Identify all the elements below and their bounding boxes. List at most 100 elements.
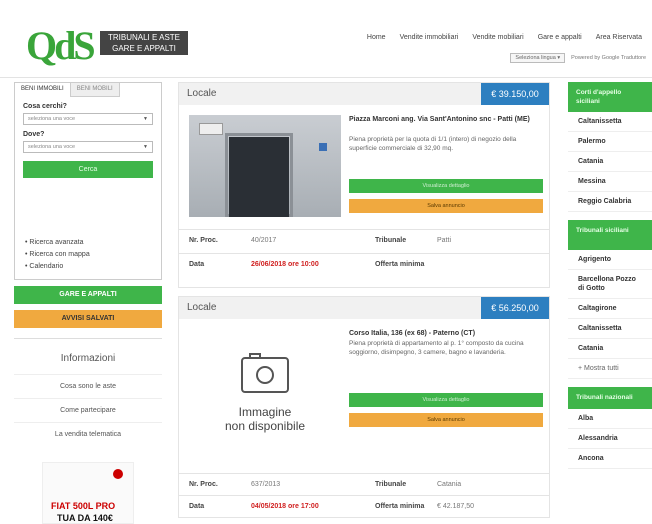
left-sidebar: BENI IMMOBILI BENI MOBILI Cosa cerchi? s…	[14, 82, 162, 524]
offer-value: € 42.187,50	[437, 503, 474, 510]
listing-header: Locale € 39.150,00	[179, 83, 549, 105]
listing-row-date: Data 04/05/2018 ore 17:00 Offerta minima…	[179, 495, 549, 517]
main-nav: Home Vendite immobiliari Vendite mobilia…	[367, 34, 642, 41]
proc-value: 637/2013	[251, 481, 281, 488]
site-logo[interactable]: QdS TRIBUNALI E ASTE GARE E APPALTI	[22, 24, 192, 72]
corti-appello-box: Corti d'appello siciliani Caltanissetta …	[568, 82, 652, 212]
where-select[interactable]: seleziona una voce ▼	[23, 141, 153, 153]
right-list-item[interactable]: Caltanissetta	[568, 319, 652, 339]
link-ricerca-mappa-label: Ricerca con mappa	[29, 251, 90, 258]
where-select-value: seleziona una voce	[28, 144, 76, 150]
right-list-item[interactable]: Reggio Calabria	[568, 192, 652, 212]
logo-tagline-line1: TRIBUNALI E ASTE	[107, 33, 181, 42]
search-tabs: BENI IMMOBILI BENI MOBILI	[15, 83, 161, 97]
link-ricerca-avanzata[interactable]: • Ricerca avanzata	[25, 237, 90, 249]
tab-beni-immobili[interactable]: BENI IMMOBILI	[15, 83, 71, 97]
fiat-logo-icon	[113, 469, 123, 479]
listing-title[interactable]: Locale	[187, 88, 216, 99]
info-link-partecipare[interactable]: Come partecipare	[14, 398, 162, 422]
info-link-aste[interactable]: Cosa sono le aste	[14, 374, 162, 398]
what-select-value: seleziona una voce	[28, 116, 76, 122]
proc-label: Nr. Proc.	[189, 237, 218, 244]
chevron-down-icon: ▼	[143, 116, 148, 122]
photo-door	[229, 137, 289, 217]
right-list-item[interactable]: Catania	[568, 152, 652, 172]
logo-text: QdS	[26, 23, 96, 68]
what-select[interactable]: seleziona una voce ▼	[23, 113, 153, 125]
offer-label: Offerta minima	[375, 503, 425, 510]
court-value: Patti	[437, 237, 452, 244]
link-ricerca-mappa[interactable]: • Ricerca con mappa	[25, 249, 90, 261]
nav-vendite-immobiliari[interactable]: Vendite immobiliari	[400, 34, 459, 41]
language-select[interactable]: Seleziona lingua ▾	[510, 53, 566, 63]
view-detail-button[interactable]: Visualizza dettaglio	[349, 179, 543, 193]
logo-tagline-line2: GARE E APPALTI	[112, 44, 176, 53]
right-sidebar: Corti d'appello siciliani Caltanissetta …	[568, 82, 652, 477]
listing-address: Piazza Marconi ang. Via Sant'Antonino sn…	[349, 116, 530, 123]
date-value: 04/05/2018 ore 17:00	[251, 503, 319, 510]
no-image-text: Immagine non disponibile	[189, 405, 341, 433]
camera-icon	[241, 353, 289, 393]
powered-by-text: Powered by Google Traduttore	[571, 55, 646, 61]
date-label: Data	[189, 261, 205, 268]
logo-tagline: TRIBUNALI E ASTE GARE E APPALTI	[100, 31, 188, 55]
corti-appello-title: Corti d'appello siciliani	[568, 82, 652, 112]
proc-label: Nr. Proc.	[189, 481, 218, 488]
listing-header: Locale € 56.250,00	[179, 297, 549, 319]
listing-address: Corso Italia, 136 (ex 68) - Paterno (CT)	[349, 330, 476, 337]
tribunali-siciliani-title: Tribunali siciliani	[568, 220, 652, 250]
avvisi-salvati-button[interactable]: AVVISI SALVATI	[14, 310, 162, 328]
right-list-item[interactable]: Alba	[568, 409, 652, 429]
link-ricerca-avanzata-label: Ricerca avanzata	[29, 239, 84, 246]
advertisement[interactable]: FIAT 500L PRO TUA DA 140€	[42, 462, 134, 524]
right-list-item[interactable]: Caltagirone	[568, 299, 652, 319]
chevron-down-icon: ▼	[143, 144, 148, 150]
listing-title[interactable]: Locale	[187, 302, 216, 313]
court-label: Tribunale	[375, 237, 407, 244]
right-list-item[interactable]: Ancona	[568, 449, 652, 469]
listing-row-proc: Nr. Proc. 637/2013 Tribunale Catania	[179, 473, 549, 495]
header-divider	[0, 77, 652, 78]
tab-beni-mobili[interactable]: BENI MOBILI	[70, 83, 120, 97]
info-box: Informazioni Cosa sono le aste Come part…	[14, 338, 162, 446]
tribunali-nazionali-title: Tribunali nazionali	[568, 387, 652, 409]
camera-top	[249, 353, 261, 358]
show-all-link[interactable]: + Mostra tutti	[568, 359, 652, 379]
photo-sign	[319, 143, 327, 151]
listing-description: Piena proprietà per la quota di 1/1 (int…	[349, 136, 517, 152]
view-detail-button[interactable]: Visualizza dettaglio	[349, 393, 543, 407]
ad-title: FIAT 500L PRO	[51, 501, 116, 511]
save-listing-button[interactable]: Salva annuncio	[349, 199, 543, 213]
right-list-item[interactable]: Caltanissetta	[568, 112, 652, 132]
listing-row-proc: Nr. Proc. 40/2017 Tribunale Patti	[179, 229, 549, 251]
nav-vendite-mobiliari[interactable]: Vendite mobiliari	[472, 34, 523, 41]
listing-no-image[interactable]: Immagine non disponibile	[189, 329, 341, 479]
link-calendario[interactable]: • Calendario	[25, 261, 90, 273]
nav-home[interactable]: Home	[367, 34, 386, 41]
translate-bar: Seleziona lingua ▾ Powered by Google Tra…	[510, 53, 646, 63]
listing-photo[interactable]	[189, 115, 341, 217]
right-list-item[interactable]: Messina	[568, 172, 652, 192]
save-listing-button[interactable]: Salva annuncio	[349, 413, 543, 427]
gare-appalti-button[interactable]: GARE E APPALTI	[14, 286, 162, 304]
right-list-item[interactable]: Catania	[568, 339, 652, 359]
right-list-item[interactable]: Barcellona Pozzo di Gotto	[568, 270, 652, 299]
right-list-item[interactable]: Agrigento	[568, 250, 652, 270]
offer-label: Offerta minima	[375, 261, 425, 268]
right-list-item[interactable]: Palermo	[568, 132, 652, 152]
nav-area-riservata[interactable]: Area Riservata	[596, 34, 642, 41]
info-link-telematica[interactable]: La vendita telematica	[14, 422, 162, 446]
language-select-label: Seleziona lingua	[515, 55, 556, 61]
tribunali-nazionali-box: Tribunali nazionali Alba Alessandria Anc…	[568, 387, 652, 469]
no-image-line1: Immagine	[238, 405, 292, 419]
search-button[interactable]: Cerca	[23, 161, 153, 178]
search-links: • Ricerca avanzata • Ricerca con mappa •…	[25, 237, 90, 273]
link-calendario-label: Calendario	[29, 263, 64, 270]
court-value: Catania	[437, 481, 462, 488]
what-label: Cosa cerchi?	[23, 103, 67, 110]
listings: Locale € 39.150,00 Piazza Marconi ang. V…	[178, 82, 550, 524]
right-list-item[interactable]: Alessandria	[568, 429, 652, 449]
listing-card: Locale € 39.150,00 Piazza Marconi ang. V…	[178, 82, 550, 288]
nav-gare-appalti[interactable]: Gare e appalti	[538, 34, 582, 41]
date-label: Data	[189, 503, 205, 510]
